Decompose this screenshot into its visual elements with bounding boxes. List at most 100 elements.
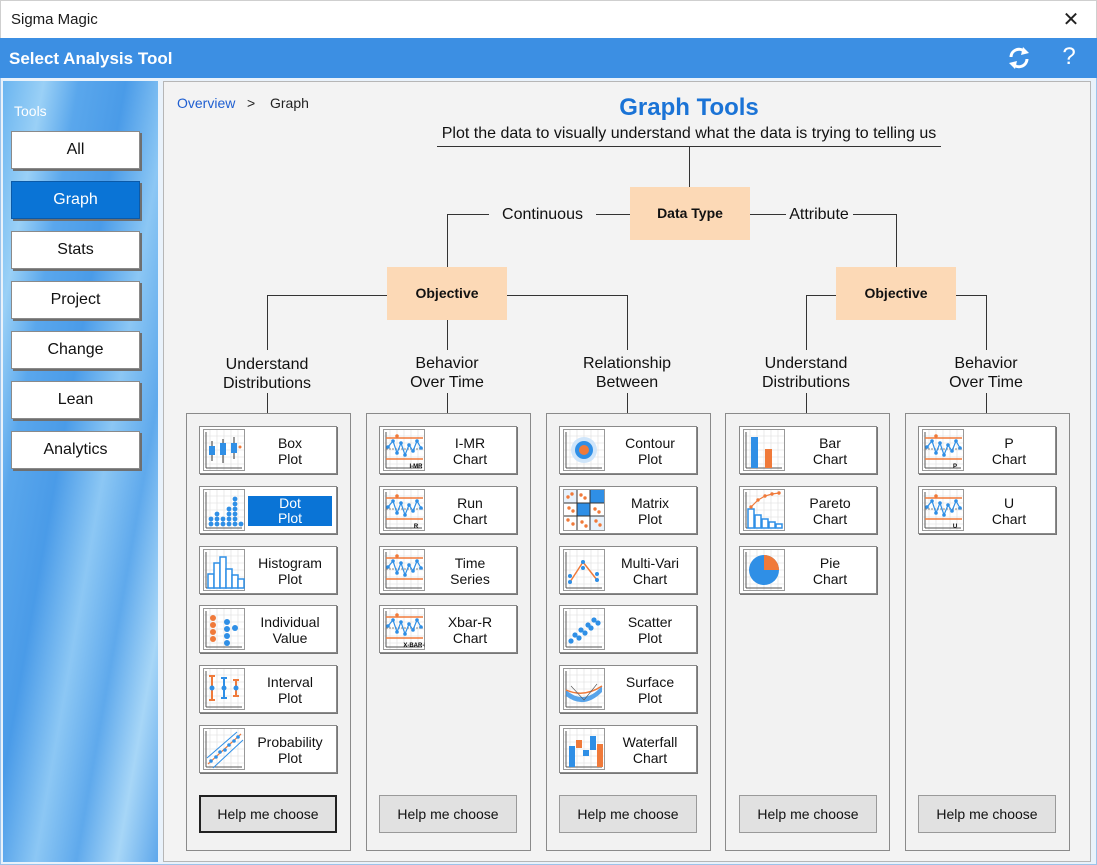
connector-line: [806, 393, 807, 413]
connector-line: [986, 393, 987, 413]
tool-label-line2: Chart: [452, 511, 488, 527]
tool-label: U Chart: [967, 495, 1051, 527]
tool-label: Bar Chart: [788, 435, 872, 467]
tool-label-line2: Plot: [277, 451, 303, 467]
tool-individual-value-button[interactable]: Individual Value: [199, 605, 337, 653]
category-understand-distributions: Understand Distributions: [202, 355, 332, 393]
matrix-plot-icon: [563, 489, 605, 531]
tool-panel-attribute-behavior: [905, 413, 1070, 851]
help-me-choose-button[interactable]: Help me choose: [379, 795, 517, 833]
tool-label-line2: Plot: [277, 750, 303, 766]
tool-label: Run Chart: [428, 495, 512, 527]
help-me-choose-button[interactable]: Help me choose: [199, 795, 337, 833]
sidebar-item-project[interactable]: Project: [11, 281, 140, 319]
tool-run-chart-button[interactable]: R Run Chart: [379, 486, 517, 534]
sidebar-item-analytics[interactable]: Analytics: [11, 431, 140, 469]
tool-label-line2: Chart: [452, 630, 488, 646]
help-me-choose-button[interactable]: Help me choose: [918, 795, 1056, 833]
tool-label: Probability Plot: [248, 734, 332, 766]
p-chart-icon: P: [922, 429, 964, 471]
sidebar-item-lean[interactable]: Lean: [11, 381, 140, 419]
connector-line: [627, 295, 628, 350]
tool-label-line1: Bar: [819, 435, 841, 451]
tool-matrix-plot-button[interactable]: Matrix Plot: [559, 486, 697, 534]
probability-plot-icon: [203, 728, 245, 770]
tool-imr-chart-button[interactable]: I-MR I-MR Chart: [379, 426, 517, 474]
tool-label-line2: Chart: [452, 451, 488, 467]
tool-label: Individual Value: [248, 614, 332, 646]
tool-multi-vari-chart-button[interactable]: Multi-Vari Chart: [559, 546, 697, 594]
tool-label-line1: Pie: [819, 555, 841, 571]
connector-line: [447, 393, 448, 413]
tool-label-line2: Chart: [632, 750, 668, 766]
connector-line: [807, 295, 836, 296]
tool-label-line1: Contour: [625, 435, 675, 451]
tool-label: Waterfall Chart: [608, 734, 692, 766]
connector-line: [507, 295, 628, 296]
svg-text:R: R: [414, 524, 419, 530]
tool-xbar-r-chart-button[interactable]: X-BAR-RXbar-RChart: [379, 605, 517, 653]
tool-label: P Chart: [967, 435, 1051, 467]
tool-label-line2: Plot: [277, 510, 303, 526]
refresh-icon[interactable]: [1005, 44, 1033, 72]
help-me-choose-button[interactable]: Help me choose: [559, 795, 697, 833]
tool-waterfall-chart-button[interactable]: Waterfall Chart: [559, 725, 697, 773]
tool-label: Xbar-R Chart: [428, 614, 512, 646]
dialog-title: Select Analysis Tool: [9, 49, 173, 68]
breadcrumb-overview-link[interactable]: Overview: [177, 95, 235, 111]
connector-line: [806, 295, 807, 350]
tool-label-line2: Series: [450, 571, 490, 587]
connector-line: [267, 295, 387, 296]
sidebar-item-graph[interactable]: Graph: [11, 181, 140, 219]
tool-label: Dot Plot: [248, 496, 332, 526]
category-label-line1: Behavior: [954, 355, 1018, 372]
tool-interval-plot-button[interactable]: Interval Plot: [199, 665, 337, 713]
svg-text:P: P: [953, 464, 957, 470]
connector-line: [267, 393, 268, 413]
tool-label-line1: Scatter: [627, 614, 673, 630]
sidebar-item-stats[interactable]: Stats: [11, 231, 140, 269]
run-chart-icon: R: [383, 489, 425, 531]
connector-line: [627, 393, 628, 413]
tool-label: Pareto Chart: [788, 495, 872, 527]
tool-label-line2: Chart: [812, 571, 848, 587]
tool-histogram-button[interactable]: Histogram Plot: [199, 546, 337, 594]
close-icon[interactable]: ✕: [1058, 7, 1084, 33]
tool-u-chart-button[interactable]: U U Chart: [918, 486, 1056, 534]
tool-pie-chart-button[interactable]: Pie Chart: [739, 546, 877, 594]
page-title: Graph Tools: [619, 94, 759, 121]
sidebar-item-all[interactable]: All: [11, 131, 140, 169]
dialog-header: Select Analysis Tool ?: [0, 38, 1097, 78]
tool-bar-chart-button[interactable]: Bar Chart: [739, 426, 877, 474]
tool-label-line2: Chart: [991, 451, 1027, 467]
connector-line: [267, 295, 268, 350]
breadcrumb-current: Graph: [270, 95, 309, 111]
category-label-line2: Over Time: [410, 374, 484, 391]
tool-label-line1: Dot: [279, 495, 301, 511]
sidebar-item-change[interactable]: Change: [11, 331, 140, 369]
help-icon[interactable]: ?: [1058, 43, 1080, 71]
tool-label-line1: Xbar-R: [447, 614, 493, 630]
tool-label: Contour Plot: [608, 435, 692, 467]
breadcrumb-separator: >: [247, 95, 256, 111]
tool-time-series-button[interactable]: Time Series: [379, 546, 517, 594]
tool-label: Scatter Plot: [608, 614, 692, 646]
tool-pareto-chart-button[interactable]: Pareto Chart: [739, 486, 877, 534]
tool-label-line2: Plot: [277, 571, 303, 587]
pareto-chart-icon: [743, 489, 785, 531]
tool-probability-plot-button[interactable]: Probability Plot: [199, 725, 337, 773]
tool-contour-plot-button[interactable]: Contour Plot: [559, 426, 697, 474]
connector-line: [596, 214, 630, 215]
tool-scatter-plot-button[interactable]: Scatter Plot: [559, 605, 697, 653]
help-me-choose-button[interactable]: Help me choose: [739, 795, 877, 833]
dot-plot-icon: [203, 489, 245, 531]
tool-dot-plot-button[interactable]: Dot Plot: [199, 486, 337, 534]
tool-surface-plot-button[interactable]: Surface Plot: [559, 665, 697, 713]
tool-label-line2: Chart: [812, 511, 848, 527]
tool-label: Matrix Plot: [608, 495, 692, 527]
category-label-line2: Over Time: [949, 374, 1023, 391]
tool-label-line2: Plot: [637, 690, 663, 706]
tool-p-chart-button[interactable]: P P Chart: [918, 426, 1056, 474]
tool-label: Interval Plot: [248, 674, 332, 706]
tool-box-plot-button[interactable]: Box Plot: [199, 426, 337, 474]
